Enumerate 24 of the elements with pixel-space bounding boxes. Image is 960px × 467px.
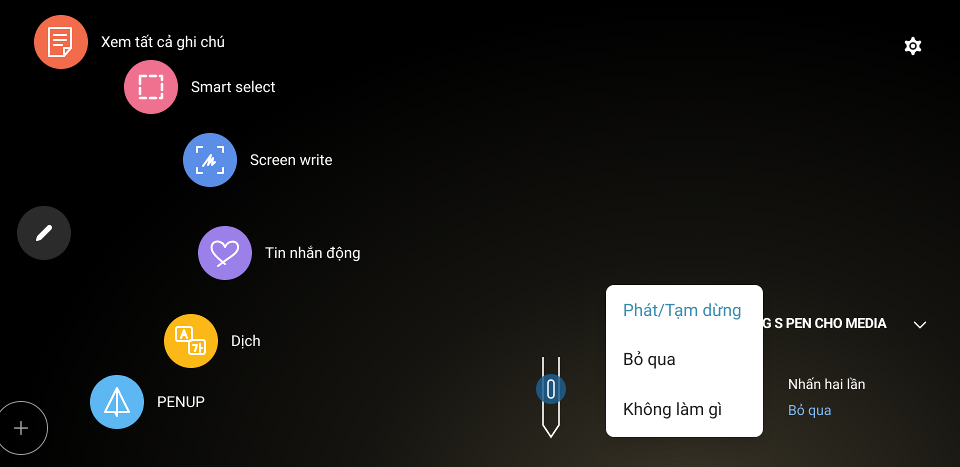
add-button[interactable]	[0, 401, 48, 455]
air-command-button[interactable]	[198, 226, 252, 280]
air-command-button[interactable]	[124, 60, 178, 114]
air-command-button[interactable]	[90, 375, 144, 429]
dashed-frame-icon	[137, 73, 165, 101]
air-command-label: Smart select	[191, 76, 276, 98]
section-title: G S PEN CHO MEDIA	[762, 315, 886, 334]
menu-option[interactable]: Phát/Tạm dừng	[606, 287, 763, 336]
paper-plane-icon	[102, 386, 132, 418]
setting-label: Nhấn hai lần	[788, 376, 866, 395]
menu-option[interactable]: Bỏ qua	[606, 336, 763, 386]
setting-value: Bỏ qua	[788, 402, 832, 421]
air-command-button[interactable]	[183, 133, 237, 187]
air-command-label: Screen write	[250, 150, 332, 171]
translate-icon	[174, 324, 208, 358]
air-command-label: PENUP	[157, 392, 205, 413]
air-command-label: Xem tất cả ghi chú	[101, 32, 225, 53]
handwriting-icon	[195, 145, 225, 175]
air-command-button[interactable]	[34, 15, 88, 69]
menu-option[interactable]: Không làm gì	[606, 386, 763, 435]
pencil-icon	[35, 224, 53, 242]
air-command-label: Dịch	[231, 330, 261, 352]
air-command-label: Tin nhắn động	[265, 242, 361, 264]
air-command-button[interactable]	[164, 314, 218, 368]
